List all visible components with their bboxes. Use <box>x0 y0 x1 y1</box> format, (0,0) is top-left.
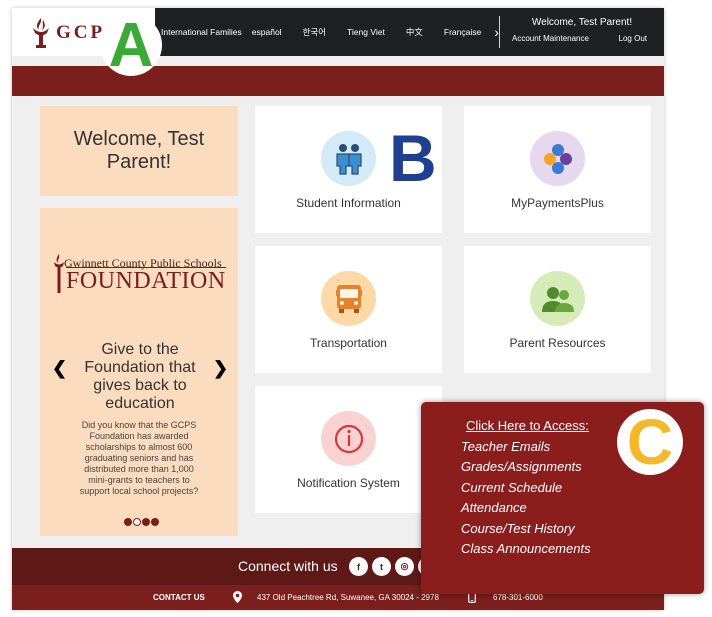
carousel-next-icon[interactable]: ❯ <box>213 358 228 379</box>
carousel-dot[interactable] <box>133 518 141 526</box>
foundation-title: Give to the Foundation that gives back t… <box>84 341 196 412</box>
tile-label: Student Information <box>296 196 401 210</box>
tile-notification-system[interactable]: Notification System <box>255 386 442 513</box>
popup-link-announcements[interactable]: Class Announcements <box>461 539 591 559</box>
foundation-carousel[interactable]: Gwinnett County Public Schools FOUNDATIO… <box>40 208 238 536</box>
popup-link-schedule[interactable]: Current Schedule <box>461 478 591 498</box>
contact-us-label[interactable]: CONTACT US <box>153 593 205 602</box>
students-icon <box>321 131 376 186</box>
carousel-dot[interactable] <box>124 518 132 526</box>
torch-icon <box>33 18 49 48</box>
popup-link-grades[interactable]: Grades/Assignments <box>461 457 591 477</box>
tile-transportation[interactable]: Transportation <box>255 246 442 373</box>
header-divider <box>499 16 500 48</box>
twitter-icon[interactable]: t <box>372 557 391 576</box>
foundation-body: Did you know that the GCPS Foundation ha… <box>79 420 199 496</box>
welcome-card: Welcome, Test Parent! <box>40 106 238 196</box>
welcome-card-text: Welcome, Test Parent! <box>73 128 205 173</box>
facebook-icon[interactable]: f <box>349 557 368 576</box>
log-out-link[interactable]: Log Out <box>619 34 647 43</box>
alert-icon <box>321 411 376 466</box>
parents-icon <box>530 271 585 326</box>
header-welcome: Welcome, Test Parent! <box>531 17 633 28</box>
lang-chinese[interactable]: 中文 <box>406 26 423 38</box>
lang-vietnamese[interactable]: Tieng Viet <box>347 27 385 37</box>
carousel-dot[interactable] <box>142 518 150 526</box>
language-bar: International Families español 한국어 Tieng… <box>161 8 507 56</box>
lang-international-families[interactable]: International Families <box>161 27 242 37</box>
marker-c: C <box>617 406 683 478</box>
carousel-dot[interactable] <box>151 518 159 526</box>
marker-a: A <box>100 11 162 80</box>
tile-mypaymentsplus[interactable]: MyPaymentsPlus <box>464 106 651 233</box>
tile-label: MyPaymentsPlus <box>511 196 604 210</box>
account-maintenance-link[interactable]: Account Maintenance <box>512 34 589 43</box>
payments-icon <box>530 131 585 186</box>
popup-link-course-history[interactable]: Course/Test History <box>461 519 591 539</box>
carousel-prev-icon[interactable]: ❮ <box>52 358 67 379</box>
popup-link-teacher-emails[interactable]: Teacher Emails <box>461 437 591 457</box>
foundation-logo-word: FOUNDATION <box>66 268 226 294</box>
bus-icon <box>321 271 376 326</box>
popup-heading[interactable]: Click Here to Access: <box>466 418 589 433</box>
popup-link-list: Teacher Emails Grades/Assignments Curren… <box>461 437 591 559</box>
phone-text: 678-301-6000 <box>493 593 543 602</box>
address-text: 437 Old Peachtree Rd, Suwanee, GA 30024 … <box>257 593 439 602</box>
tile-label: Transportation <box>310 336 387 350</box>
tile-label: Parent Resources <box>509 336 606 350</box>
location-pin-icon <box>233 591 242 603</box>
marker-b: B <box>389 121 437 195</box>
lang-francaise[interactable]: Française <box>444 27 481 37</box>
lang-korean[interactable]: 한국어 <box>303 26 326 38</box>
lang-espanol[interactable]: español <box>252 27 282 37</box>
tile-label: Notification System <box>297 476 400 490</box>
tile-parent-resources[interactable]: Parent Resources <box>464 246 651 373</box>
popup-link-attendance[interactable]: Attendance <box>461 498 591 518</box>
connect-with-us: Connect with us <box>238 558 338 574</box>
instagram-icon[interactable]: ◎ <box>395 557 414 576</box>
carousel-dots <box>124 518 159 526</box>
account-links: Account Maintenance Log Out <box>512 34 647 43</box>
